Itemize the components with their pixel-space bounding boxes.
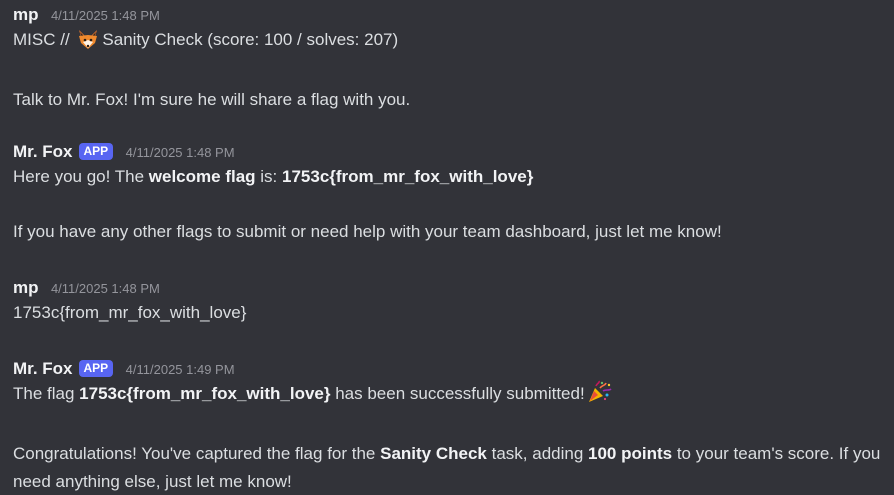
author-name[interactable]: mp: [13, 5, 39, 24]
message-header: Mr. Fox APP 4/11/2025 1:48 PM: [13, 141, 886, 163]
flag-text: 1753c{from_mr_fox_with_love}: [282, 167, 534, 186]
timestamp: 4/11/2025 1:48 PM: [125, 145, 235, 160]
message-3: mp 4/11/2025 1:48 PM 1753c{from_mr_fox_w…: [13, 277, 886, 327]
message-text: MISC //: [13, 30, 75, 49]
message-2: Mr. Fox APP 4/11/2025 1:48 PM Here you go…: [13, 141, 886, 246]
bold-text: 100 points: [588, 444, 673, 463]
author-name[interactable]: Mr. Fox: [13, 359, 73, 378]
timestamp: 4/11/2025 1:49 PM: [125, 362, 235, 377]
author-name[interactable]: Mr. Fox: [13, 142, 73, 161]
message-text-line: The flag 1753c{from_mr_fox_with_love} ha…: [13, 380, 886, 413]
message-text: Sanity Check (score: 100 / solves: 207): [102, 30, 399, 49]
message-text: task, adding: [486, 444, 589, 463]
party-popper-icon: [587, 380, 613, 413]
message-header: mp 4/11/2025 1:48 PM: [13, 277, 886, 299]
message-text-line: Here you go! The welcome flag is: 1753c{…: [13, 163, 886, 191]
message-text: has been successfully submitted!: [330, 384, 585, 403]
message-header: mp 4/11/2025 1:48 PM: [13, 4, 886, 26]
bold-text: Sanity Check: [380, 444, 487, 463]
flag-text: 1753c{from_mr_fox_with_love}: [79, 384, 331, 403]
app-badge: APP: [78, 143, 114, 160]
timestamp: 4/11/2025 1:48 PM: [50, 281, 160, 296]
message-text: 1753c{from_mr_fox_with_love}: [13, 303, 247, 322]
timestamp: 4/11/2025 1:48 PM: [50, 8, 160, 23]
message-text-paragraph: Congratulations! You've captured the fla…: [13, 440, 886, 495]
message-text-line: MISC // Sanity Check (score: 100 / solve…: [13, 26, 886, 59]
bold-text: welcome flag: [148, 167, 256, 186]
author-name[interactable]: mp: [13, 278, 39, 297]
message-1: mp 4/11/2025 1:48 PM MISC // Sanity Chec…: [13, 4, 886, 114]
message-text: If you have any other flags to submit or…: [13, 222, 722, 241]
message-text: Talk to Mr. Fox! I'm sure he will share …: [13, 90, 411, 109]
message-header: Mr. Fox APP 4/11/2025 1:49 PM: [13, 358, 886, 380]
message-text: Congratulations! You've captured the fla…: [13, 444, 381, 463]
message-text: Here you go! The: [13, 167, 149, 186]
app-badge: APP: [78, 360, 114, 377]
message-4: Mr. Fox APP 4/11/2025 1:49 PM The flag 17…: [13, 358, 886, 495]
message-text: is:: [255, 167, 282, 186]
message-text: The flag: [13, 384, 80, 403]
fox-face-icon: [76, 28, 100, 59]
